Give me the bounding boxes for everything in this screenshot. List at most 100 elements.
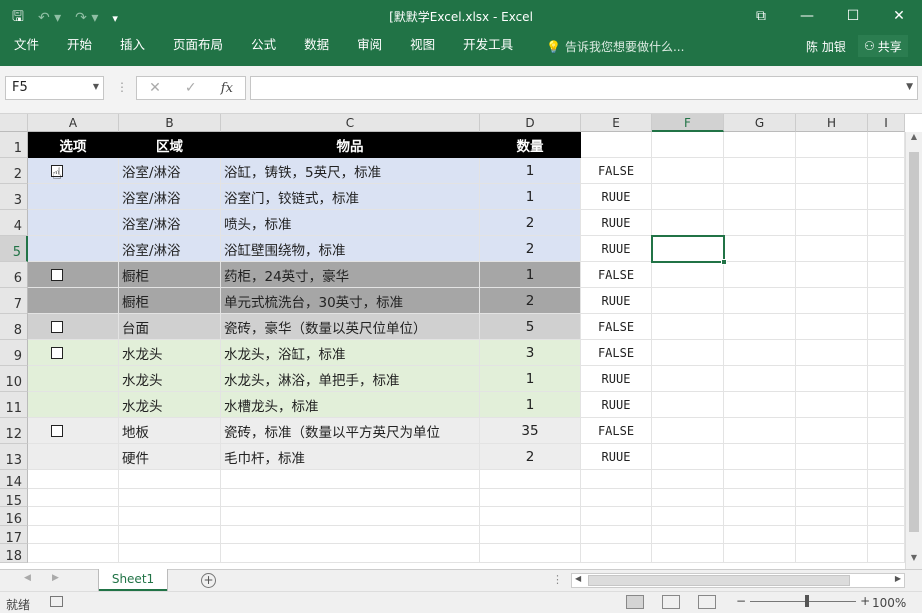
vertical-scroll-thumb[interactable]	[909, 152, 919, 532]
grid-cell[interactable]	[480, 470, 581, 489]
tab-split-grip-icon[interactable]: ⋮	[552, 573, 563, 586]
column-header-f[interactable]: F	[652, 114, 724, 132]
area-cell[interactable]: 水龙头	[119, 340, 221, 366]
grid-cell[interactable]	[652, 488, 724, 507]
grid-cell[interactable]	[221, 525, 480, 544]
grid-cell[interactable]	[796, 184, 868, 210]
formula-bar-grip-icon[interactable]: ⋮	[116, 80, 128, 94]
option-cell[interactable]	[28, 236, 119, 262]
grid-cell[interactable]	[652, 132, 724, 158]
option-checkbox[interactable]	[51, 346, 63, 359]
grid-cell[interactable]	[796, 210, 868, 236]
table-header-1[interactable]: 区域	[119, 132, 221, 158]
grid-cell[interactable]	[868, 418, 905, 444]
grid-cell[interactable]	[868, 262, 905, 288]
grid-cell[interactable]	[868, 507, 905, 526]
option-cell[interactable]	[28, 262, 119, 288]
grid-cell[interactable]	[868, 525, 905, 544]
row-header-16[interactable]: 16	[0, 507, 28, 527]
item-cell[interactable]: 浴室门，铰链式，标准	[221, 184, 480, 210]
item-cell[interactable]: 药柜，24英寸，豪华	[221, 262, 480, 288]
grid-cell[interactable]	[652, 288, 724, 314]
grid-cell[interactable]	[868, 470, 905, 489]
flag-cell[interactable]: FALSE	[581, 262, 652, 288]
flag-cell[interactable]: RUUE	[581, 184, 652, 210]
item-cell[interactable]: 单元式梳洗台，30英寸，标准	[221, 288, 480, 314]
row-header-10[interactable]: 10	[0, 366, 28, 392]
column-header-b[interactable]: B	[119, 114, 221, 132]
cancel-icon[interactable]: ✕	[149, 80, 161, 96]
item-cell[interactable]: 水龙头，浴缸，标准	[221, 340, 480, 366]
grid-cell[interactable]	[724, 488, 796, 507]
grid-cell[interactable]	[796, 544, 868, 563]
zoom-level[interactable]: 100%	[872, 596, 906, 610]
option-cell[interactable]	[28, 444, 119, 470]
expand-formula-icon[interactable]: ▼	[906, 82, 913, 92]
maximize-button[interactable]: ☐	[830, 0, 876, 32]
insert-function-button[interactable]: fx	[221, 81, 233, 96]
grid-cell[interactable]	[652, 507, 724, 526]
area-cell[interactable]: 硬件	[119, 444, 221, 470]
zoom-slider[interactable]: − +	[736, 594, 870, 608]
grid-cell[interactable]	[796, 314, 868, 340]
grid-cell[interactable]	[724, 392, 796, 418]
qty-cell[interactable]: 2	[480, 210, 581, 236]
grid-cell[interactable]	[868, 488, 905, 507]
tab-page-layout[interactable]: 页面布局	[159, 38, 237, 52]
user-name[interactable]: 陈 加银	[806, 38, 846, 55]
name-box[interactable]: F5 ▼	[5, 76, 104, 100]
page-layout-view-icon[interactable]	[662, 595, 680, 609]
row-header-2[interactable]: 2	[0, 158, 28, 184]
flag-cell[interactable]: RUUE	[581, 366, 652, 392]
item-cell[interactable]: 水龙头，淋浴，单把手，标准	[221, 366, 480, 392]
row-header-4[interactable]: 4	[0, 210, 28, 236]
grid-cell[interactable]	[724, 525, 796, 544]
scroll-down-icon[interactable]: ▼	[906, 553, 922, 569]
item-cell[interactable]: 瓷砖，豪华（数量以英尺位单位）	[221, 314, 480, 340]
grid-cell[interactable]	[28, 507, 119, 526]
grid-cell[interactable]	[119, 525, 221, 544]
grid-cell[interactable]	[724, 288, 796, 314]
grid-cell[interactable]	[796, 507, 868, 526]
tab-file[interactable]: 文件	[0, 38, 53, 52]
grid-cell[interactable]	[724, 158, 796, 184]
flag-cell[interactable]: FALSE	[581, 418, 652, 444]
grid-cell[interactable]	[652, 184, 724, 210]
macro-record-icon[interactable]	[50, 596, 63, 607]
grid-cell[interactable]	[796, 444, 868, 470]
item-cell[interactable]: 瓷砖，标准（数量以平方英尺为单位	[221, 418, 480, 444]
sheet-tab-sheet1[interactable]: Sheet1	[99, 569, 167, 591]
grid-cell[interactable]	[868, 366, 905, 392]
area-cell[interactable]: 浴室/淋浴	[119, 158, 221, 184]
grid-cell[interactable]	[28, 488, 119, 507]
tab-formulas[interactable]: 公式	[237, 38, 290, 52]
row-header-1[interactable]: 1	[0, 132, 28, 158]
row-header-3[interactable]: 3	[0, 184, 28, 210]
row-header-15[interactable]: 15	[0, 488, 28, 509]
table-header-3[interactable]: 数量	[480, 132, 581, 158]
column-header-d[interactable]: D	[480, 114, 581, 132]
grid-cell[interactable]	[581, 525, 652, 544]
grid-cell[interactable]	[581, 132, 652, 158]
grid-cell[interactable]	[652, 340, 724, 366]
grid-cell[interactable]	[724, 314, 796, 340]
flag-cell[interactable]: RUUE	[581, 236, 652, 262]
page-break-view-icon[interactable]	[698, 595, 716, 609]
column-header-e[interactable]: E	[581, 114, 652, 132]
minimize-button[interactable]: —	[784, 0, 830, 32]
zoom-track[interactable]	[750, 594, 857, 607]
grid-cell[interactable]	[796, 340, 868, 366]
scroll-left-icon[interactable]: ◀	[575, 574, 581, 583]
active-cell-border[interactable]	[651, 235, 727, 265]
share-button[interactable]: ⚇ 共享	[858, 35, 908, 57]
qty-cell[interactable]: 35	[480, 418, 581, 444]
tab-insert[interactable]: 插入	[106, 38, 159, 52]
option-checkbox[interactable]	[51, 424, 63, 437]
grid-cell[interactable]	[724, 470, 796, 489]
flag-cell[interactable]: RUUE	[581, 288, 652, 314]
grid-cell[interactable]	[724, 262, 796, 288]
tab-view[interactable]: 视图	[396, 38, 449, 52]
area-cell[interactable]: 台面	[119, 314, 221, 340]
option-cell[interactable]	[28, 392, 119, 418]
qty-cell[interactable]: 5	[480, 314, 581, 340]
